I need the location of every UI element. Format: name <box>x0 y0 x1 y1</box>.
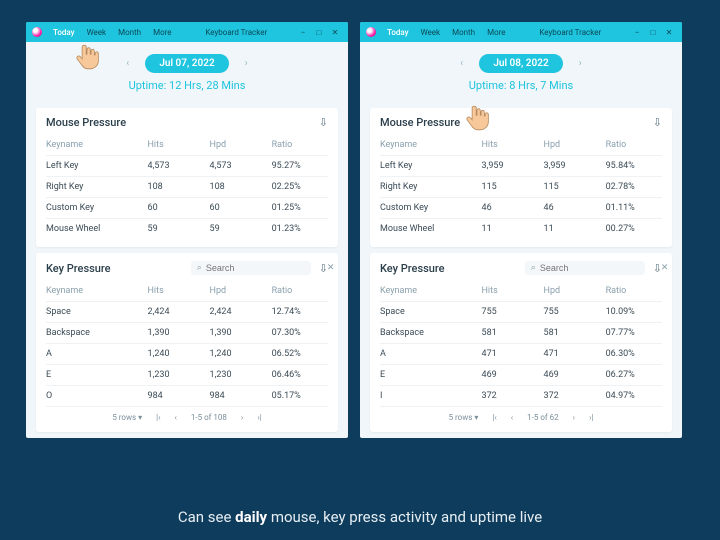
prev-day-button[interactable]: ‹ <box>122 56 133 71</box>
pager: 5 rows ▾ |‹ ‹ 1-5 of 62 › ›| <box>380 407 662 424</box>
next-day-button[interactable]: › <box>241 56 252 71</box>
table-header: Keyname Hits Hpd Ratio <box>380 135 662 156</box>
next-day-button[interactable]: › <box>575 56 586 71</box>
page-range: 1-5 of 62 <box>527 413 559 422</box>
table-header: Keyname Hits Hpd Ratio <box>380 281 662 302</box>
titlebar: TodayWeekMonthMore Keyboard Tracker − □ … <box>360 22 682 42</box>
table-row: Space75575510.09% <box>380 302 662 323</box>
tab-more[interactable]: More <box>482 28 510 37</box>
table-row: Right Key10810802.25% <box>46 177 328 198</box>
maximize-button[interactable]: □ <box>646 25 660 39</box>
table-row: Left Key4,5734,57395.27% <box>46 156 328 177</box>
download-icon[interactable]: ⇩ <box>319 262 328 275</box>
rows-per-page[interactable]: 5 rows ▾ <box>449 413 479 422</box>
tab-more[interactable]: More <box>148 28 176 37</box>
app-icon <box>32 27 42 37</box>
app-icon <box>366 27 376 37</box>
date-pill[interactable]: Jul 07, 2022 <box>145 54 228 73</box>
mouse-pressure-card: Mouse Pressure ⇩ Keyname Hits Hpd Ratio … <box>36 108 338 247</box>
table-row: O98498405.17% <box>46 386 328 407</box>
date-pill[interactable]: Jul 08, 2022 <box>479 54 562 73</box>
maximize-button[interactable]: □ <box>312 25 326 39</box>
table-header: Keyname Hits Hpd Ratio <box>46 135 328 156</box>
card-title: Key Pressure <box>46 262 111 275</box>
table-row: E1,2301,23006.46% <box>46 365 328 386</box>
page-prev-button[interactable]: ‹ <box>511 413 513 422</box>
tab-week[interactable]: Week <box>416 28 446 37</box>
app-window: TodayWeekMonthMore Keyboard Tracker − □ … <box>26 22 348 438</box>
page-next-button[interactable]: › <box>573 413 575 422</box>
card-title: Mouse Pressure <box>46 116 126 129</box>
table-row: Backspace58158107.77% <box>380 323 662 344</box>
download-icon[interactable]: ⇩ <box>319 116 328 129</box>
table-row: Custom Key606001.25% <box>46 198 328 219</box>
table-row: Custom Key464601.11% <box>380 198 662 219</box>
card-title: Mouse Pressure <box>380 116 460 129</box>
app-title: Keyboard Tracker <box>199 28 273 37</box>
uptime-label: Uptime: 12 Hrs, 28 Mins <box>26 79 348 102</box>
page-last-button[interactable]: ›| <box>257 413 261 422</box>
card-title: Key Pressure <box>380 262 445 275</box>
rows-per-page[interactable]: 5 rows ▾ <box>112 413 142 422</box>
page-next-button[interactable]: › <box>241 413 243 422</box>
uptime-label: Uptime: 8 Hrs, 7 Mins <box>360 79 682 102</box>
page-first-button[interactable]: |‹ <box>156 413 160 422</box>
pager: 5 rows ▾ |‹ ‹ 1-5 of 108 › ›| <box>46 407 328 424</box>
table-row: Backspace1,3901,39007.30% <box>46 323 328 344</box>
prev-day-button[interactable]: ‹ <box>456 56 467 71</box>
table-row: Right Key11511502.78% <box>380 177 662 198</box>
minimize-button[interactable]: − <box>630 25 644 39</box>
page-range: 1-5 of 108 <box>191 413 227 422</box>
page-first-button[interactable]: |‹ <box>492 413 496 422</box>
table-row: A47147106.30% <box>380 344 662 365</box>
search-icon: ⌕ <box>531 263 536 273</box>
search-input[interactable] <box>206 263 323 273</box>
table-row: Left Key3,9593,95995.84% <box>380 156 662 177</box>
table-row: E46946906.27% <box>380 365 662 386</box>
table-row: Mouse Wheel595901.23% <box>46 219 328 239</box>
download-icon[interactable]: ⇩ <box>653 116 662 129</box>
table-row: A1,2401,24006.52% <box>46 344 328 365</box>
minimize-button[interactable]: − <box>296 25 310 39</box>
close-button[interactable]: ✕ <box>662 25 676 39</box>
tab-week[interactable]: Week <box>82 28 112 37</box>
search-icon: ⌕ <box>197 263 202 273</box>
tab-today[interactable]: Today <box>382 28 414 37</box>
table-row: I37237204.97% <box>380 386 662 407</box>
table-row: Mouse Wheel111100.27% <box>380 219 662 239</box>
search-input[interactable] <box>540 263 657 273</box>
caption: Can see daily mouse, key press activity … <box>0 508 720 526</box>
tab-month[interactable]: Month <box>447 28 480 37</box>
app-title: Keyboard Tracker <box>533 28 607 37</box>
table-header: Keyname Hits Hpd Ratio <box>46 281 328 302</box>
tab-today[interactable]: Today <box>48 28 80 37</box>
tab-month[interactable]: Month <box>113 28 146 37</box>
key-pressure-card: Key Pressure ⌕ ✕ ⇩ Keyname Hits Hpd Rati… <box>370 253 672 432</box>
close-button[interactable]: ✕ <box>328 25 342 39</box>
titlebar: TodayWeekMonthMore Keyboard Tracker − □ … <box>26 22 348 42</box>
search-input-wrap: ⌕ ✕ <box>525 261 645 275</box>
mouse-pressure-card: Mouse Pressure ⇩ Keyname Hits Hpd Ratio … <box>370 108 672 247</box>
page-last-button[interactable]: ›| <box>589 413 593 422</box>
key-pressure-card: Key Pressure ⌕ ✕ ⇩ Keyname Hits Hpd Rati… <box>36 253 338 432</box>
search-input-wrap: ⌕ ✕ <box>191 261 311 275</box>
date-nav: ‹ Jul 08, 2022 › <box>360 42 682 79</box>
page-prev-button[interactable]: ‹ <box>175 413 177 422</box>
date-nav: ‹ Jul 07, 2022 › <box>26 42 348 79</box>
app-window: TodayWeekMonthMore Keyboard Tracker − □ … <box>360 22 682 438</box>
table-row: Space2,4242,42412.74% <box>46 302 328 323</box>
download-icon[interactable]: ⇩ <box>653 262 662 275</box>
